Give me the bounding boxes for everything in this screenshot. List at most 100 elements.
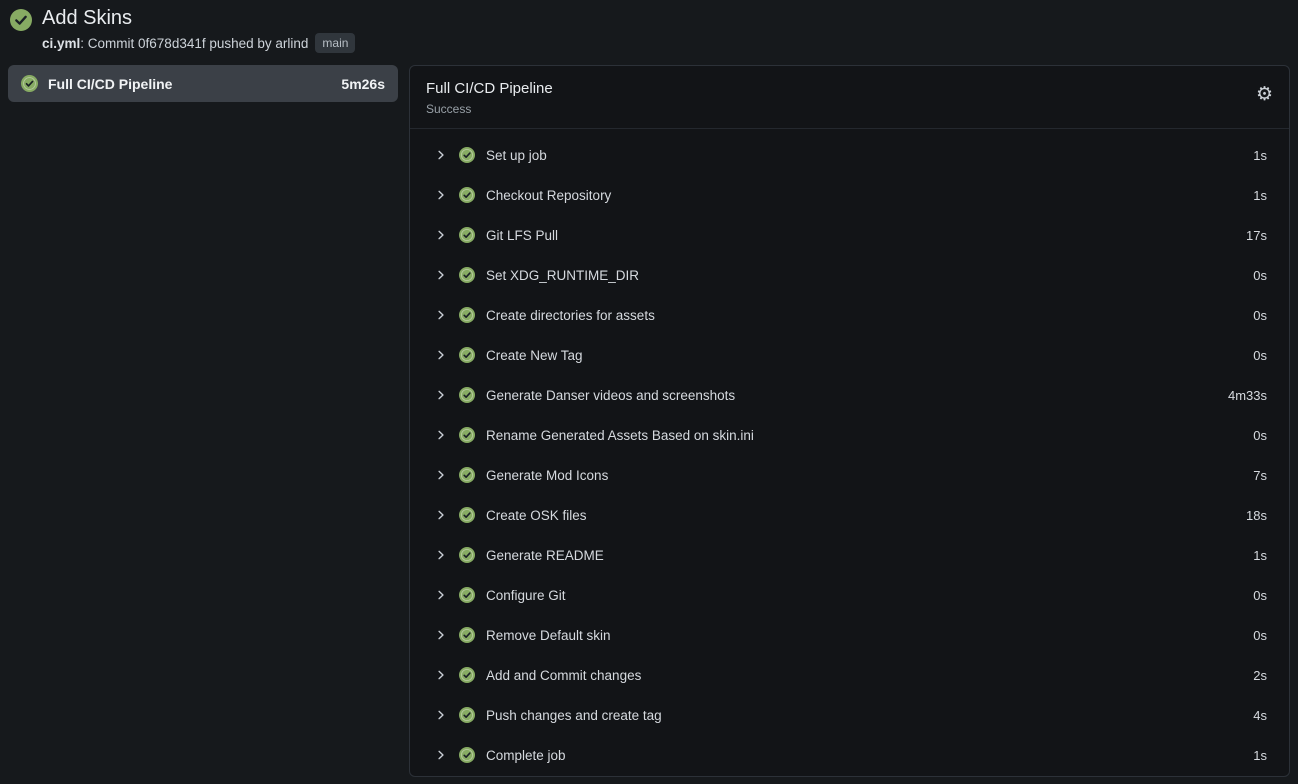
job-name: Full CI/CD Pipeline [48,76,331,92]
step-duration: 7s [1253,468,1267,483]
step-row[interactable]: Add and Commit changes 2s [435,655,1267,695]
step-success-icon [459,627,475,643]
chevron-right-icon[interactable] [435,269,447,281]
step-name: Generate Mod Icons [486,468,1253,483]
step-duration: 4s [1253,708,1267,723]
run-header-text: Add Skins ci.yml: Commit 0f678d341f push… [42,6,355,53]
step-name: Set up job [486,148,1253,163]
job-success-icon [21,75,38,92]
step-row[interactable]: Set up job 1s [435,135,1267,175]
step-success-icon [459,547,475,563]
step-name: Push changes and create tag [486,708,1253,723]
step-name: Add and Commit changes [486,668,1253,683]
step-row[interactable]: Configure Git 0s [435,575,1267,615]
chevron-right-icon[interactable] [435,309,447,321]
step-duration: 0s [1253,308,1267,323]
step-row[interactable]: Create OSK files 18s [435,495,1267,535]
branch-badge[interactable]: main [315,33,355,53]
run-subtitle: ci.yml: Commit 0f678d341f pushed by arli… [42,33,355,53]
step-duration: 17s [1246,228,1267,243]
job-panel-header: Full CI/CD Pipeline Success ⚙ [410,66,1289,128]
step-row[interactable]: Generate Mod Icons 7s [435,455,1267,495]
job-panel-title: Full CI/CD Pipeline [426,79,1273,99]
step-name: Configure Git [486,588,1253,603]
chevron-right-icon[interactable] [435,389,447,401]
workflow-file-link[interactable]: ci.yml [42,36,80,51]
job-item-full-cicd-pipeline[interactable]: Full CI/CD Pipeline 5m26s [8,65,398,102]
step-row[interactable]: Generate README 1s [435,535,1267,575]
chevron-right-icon[interactable] [435,469,447,481]
chevron-right-icon[interactable] [435,509,447,521]
chevron-right-icon[interactable] [435,749,447,761]
step-duration: 2s [1253,668,1267,683]
step-duration: 1s [1253,548,1267,563]
step-name: Create OSK files [486,508,1246,523]
step-name: Git LFS Pull [486,228,1246,243]
chevron-right-icon[interactable] [435,709,447,721]
step-row[interactable]: Create New Tag 0s [435,335,1267,375]
chevron-right-icon[interactable] [435,189,447,201]
step-success-icon [459,227,475,243]
jobs-sidebar: Full CI/CD Pipeline 5m26s [8,65,398,102]
job-duration: 5m26s [341,76,385,92]
run-header: Add Skins ci.yml: Commit 0f678d341f push… [8,6,1290,53]
job-detail-panel: Full CI/CD Pipeline Success ⚙ Set up job… [409,65,1290,777]
step-success-icon [459,347,475,363]
step-name: Create directories for assets [486,308,1253,323]
step-name: Set XDG_RUNTIME_DIR [486,268,1253,283]
step-success-icon [459,707,475,723]
step-row[interactable]: Generate Danser videos and screenshots 4… [435,375,1267,415]
step-name: Checkout Repository [486,188,1253,203]
chevron-right-icon[interactable] [435,549,447,561]
gear-icon[interactable]: ⚙ [1256,83,1273,105]
step-success-icon [459,747,475,763]
step-name: Rename Generated Assets Based on skin.in… [486,428,1253,443]
chevron-right-icon[interactable] [435,349,447,361]
step-duration: 4m33s [1228,388,1267,403]
step-row[interactable]: Rename Generated Assets Based on skin.in… [435,415,1267,455]
step-duration: 0s [1253,348,1267,363]
step-row[interactable]: Remove Default skin 0s [435,615,1267,655]
step-success-icon [459,667,475,683]
run-success-icon [10,9,32,31]
step-success-icon [459,187,475,203]
step-row[interactable]: Checkout Repository 1s [435,175,1267,215]
step-success-icon [459,307,475,323]
step-name: Generate Danser videos and screenshots [486,388,1228,403]
steps-list: Set up job 1s Checkout Repository 1s Git… [410,129,1289,776]
chevron-right-icon[interactable] [435,149,447,161]
step-row[interactable]: Complete job 1s [435,735,1267,775]
chevron-right-icon[interactable] [435,629,447,641]
step-row[interactable]: Create directories for assets 0s [435,295,1267,335]
step-name: Create New Tag [486,348,1253,363]
step-duration: 1s [1253,188,1267,203]
step-duration: 18s [1246,508,1267,523]
step-success-icon [459,147,475,163]
chevron-right-icon[interactable] [435,429,447,441]
step-success-icon [459,387,475,403]
step-name: Remove Default skin [486,628,1253,643]
job-panel-status: Success [426,102,1273,117]
step-duration: 0s [1253,428,1267,443]
step-duration: 1s [1253,148,1267,163]
run-columns: Full CI/CD Pipeline 5m26s Full CI/CD Pip… [8,65,1290,777]
step-success-icon [459,267,475,283]
actions-run-page: Add Skins ci.yml: Commit 0f678d341f push… [0,0,1298,777]
step-duration: 1s [1253,748,1267,763]
chevron-right-icon[interactable] [435,589,447,601]
step-row[interactable]: Set XDG_RUNTIME_DIR 0s [435,255,1267,295]
step-duration: 0s [1253,268,1267,283]
chevron-right-icon[interactable] [435,669,447,681]
step-success-icon [459,467,475,483]
step-success-icon [459,587,475,603]
step-success-icon [459,507,475,523]
step-name: Complete job [486,748,1253,763]
step-duration: 0s [1253,588,1267,603]
run-subtitle-text: : Commit 0f678d341f pushed by arlind [80,36,308,51]
step-row[interactable]: Git LFS Pull 17s [435,215,1267,255]
run-title: Add Skins [42,6,355,31]
step-row[interactable]: Push changes and create tag 4s [435,695,1267,735]
chevron-right-icon[interactable] [435,229,447,241]
step-duration: 0s [1253,628,1267,643]
step-success-icon [459,427,475,443]
